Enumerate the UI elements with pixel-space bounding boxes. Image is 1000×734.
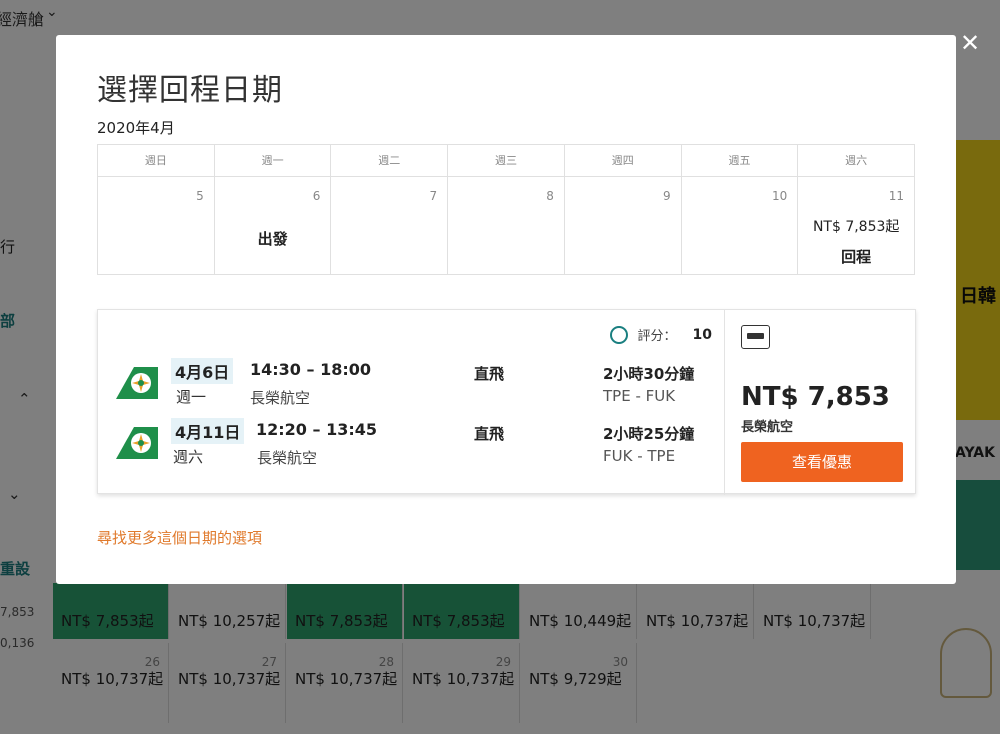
view-deal-button[interactable]: 查看優惠 — [741, 442, 903, 482]
return-price: NT$ 7,853起 — [812, 219, 900, 235]
leg-time: 12:20 – 13:45 — [256, 420, 377, 439]
calendar-day-return[interactable]: 11 NT$ 7,853起 回程 — [798, 177, 914, 274]
weekday-header: 週日 週一 週二 週三 週四 週五 週六 — [98, 145, 914, 177]
price-panel: NT$ 7,853 長榮航空 查看優惠 — [726, 310, 916, 495]
calendar-day[interactable]: 5 — [98, 177, 215, 274]
weekday-label: 週二 — [331, 145, 449, 176]
weekday-label: 週三 — [448, 145, 565, 176]
day-number: 11 — [888, 189, 905, 203]
modal-title: 選擇回程日期 — [97, 73, 283, 108]
price-airline: 長榮航空 — [741, 420, 794, 435]
calendar-day-depart[interactable]: 6 出發 — [215, 177, 332, 274]
leg-weekday: 週一 — [176, 388, 207, 406]
leg-stops: 直飛 — [474, 365, 505, 383]
weekday-label: 週四 — [565, 145, 682, 176]
close-icon[interactable]: ✕ — [959, 31, 981, 55]
calendar-day[interactable]: 8 — [448, 177, 565, 274]
calendar-week: 5 6 出發 7 8 9 10 11 NT$ 7,853起 回程 — [98, 177, 914, 274]
day-number: 8 — [546, 189, 554, 203]
depart-label: 出發 — [257, 230, 288, 248]
flight-details: 評分： 10 4月6日 週一 14:30 – 18:00 長榮航空 直飛 2小時… — [98, 310, 725, 495]
eva-air-logo-icon — [116, 427, 158, 459]
weekday-label: 週六 — [845, 154, 868, 167]
day-number: 10 — [772, 189, 788, 203]
leg-route: FUK - TPE — [603, 447, 676, 465]
leg-time: 14:30 – 18:00 — [250, 360, 371, 379]
return-label: 回程 — [841, 248, 872, 266]
calendar-day[interactable]: 7 — [331, 177, 449, 274]
leg-airline: 長榮航空 — [250, 389, 311, 407]
day-number: 7 — [429, 189, 438, 203]
weekday-label: 週一 — [215, 145, 332, 176]
leg-duration: 2小時30分鐘 — [603, 365, 695, 383]
leg-date: 4月11日 — [171, 418, 245, 444]
payment-card-icon — [741, 325, 770, 349]
calendar-month: 2020年4月 — [97, 119, 175, 137]
calendar-day[interactable]: 10 — [682, 177, 799, 274]
rating-circle-icon — [609, 325, 628, 344]
day-number: 6 — [312, 189, 321, 203]
flight-result-card[interactable]: 評分： 10 4月6日 週一 14:30 – 18:00 長榮航空 直飛 2小時… — [97, 309, 916, 495]
weekday-label: 週日 — [98, 145, 215, 176]
flight-leg-outbound: 4月6日 週一 14:30 – 18:00 長榮航空 直飛 2小時30分鐘 TP… — [114, 358, 714, 410]
leg-date: 4月6日 — [171, 358, 234, 384]
rating-label: 評分： — [637, 329, 677, 344]
weekday-label: 週五 — [682, 145, 799, 176]
more-options-link[interactable]: 尋找更多這個日期的選項 — [97, 527, 262, 548]
day-number: 5 — [196, 189, 204, 203]
eva-air-logo-icon — [116, 367, 158, 399]
leg-weekday: 週六 — [173, 448, 204, 466]
flight-leg-return: 4月11日 週六 12:20 – 13:45 長榮航空 直飛 2小時25分鐘 F… — [114, 418, 714, 470]
flight-price: NT$ 7,853 — [741, 382, 890, 412]
rating: 評分： 10 — [609, 325, 712, 344]
leg-airline: 長榮航空 — [257, 449, 318, 467]
rating-score: 10 — [692, 326, 712, 343]
week-calendar: 週日 週一 週二 週三 週四 週五 週六 5 6 出發 7 8 9 10 11 … — [97, 144, 915, 275]
day-number: 9 — [662, 189, 671, 203]
calendar-day[interactable]: 9 — [565, 177, 682, 274]
leg-stops: 直飛 — [474, 425, 505, 443]
leg-duration: 2小時25分鐘 — [603, 425, 695, 443]
leg-route: TPE - FUK — [603, 387, 676, 405]
return-date-modal: 選擇回程日期 2020年4月 週日 週一 週二 週三 週四 週五 週六 5 6 … — [56, 35, 956, 584]
